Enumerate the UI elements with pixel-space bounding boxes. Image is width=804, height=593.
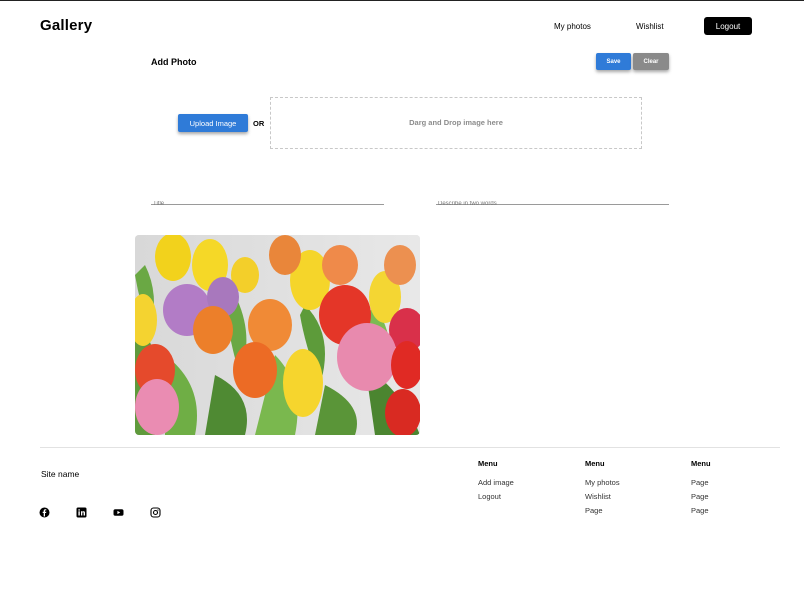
footer-menu-3: Menu Page Page Page [691, 459, 711, 520]
tulips-image [135, 235, 420, 435]
upload-image-button[interactable]: Upload Image [178, 114, 248, 132]
youtube-icon[interactable] [113, 507, 124, 518]
footer-menu-1: Menu Add image Logout [478, 459, 514, 506]
description-input[interactable] [436, 198, 669, 210]
facebook-icon[interactable] [39, 507, 50, 518]
linkedin-icon[interactable] [76, 507, 87, 518]
save-button[interactable]: Save [596, 53, 631, 70]
instagram-icon[interactable] [150, 507, 161, 518]
or-separator: OR [253, 119, 265, 128]
footer-link-add-image[interactable]: Add image [478, 478, 514, 492]
nav-wishlist-link[interactable]: Wishlist [636, 22, 664, 31]
footer-link-page[interactable]: Page [691, 478, 711, 492]
footer-menu-heading: Menu [691, 459, 711, 468]
photo-preview [135, 235, 420, 435]
footer-menu-heading: Menu [585, 459, 605, 468]
footer-menu-heading: Menu [478, 459, 498, 468]
footer-link-logout[interactable]: Logout [478, 492, 514, 506]
footer-link-page[interactable]: Page [691, 506, 711, 520]
drag-drop-zone[interactable]: Darg and Drop image here [270, 97, 642, 149]
nav-my-photos-link[interactable]: My photos [554, 22, 591, 31]
brand-title[interactable]: Gallery [40, 17, 92, 34]
footer-link-page[interactable]: Page [585, 506, 620, 520]
title-input[interactable] [151, 198, 384, 210]
footer-link-wishlist[interactable]: Wishlist [585, 492, 620, 506]
footer-link-page[interactable]: Page [691, 492, 711, 506]
logout-button[interactable]: Logout [704, 17, 752, 35]
footer-link-my-photos[interactable]: My photos [585, 478, 620, 492]
clear-button[interactable]: Clear [633, 53, 669, 70]
dropzone-text: Darg and Drop image here [409, 117, 503, 127]
footer-divider [40, 447, 780, 448]
top-navbar: Gallery My photos Wishlist Logout [0, 1, 804, 51]
add-photo-heading: Add Photo [151, 57, 197, 67]
title-field [151, 192, 384, 210]
description-field [436, 192, 669, 210]
footer-menu-2: Menu My photos Wishlist Page [585, 459, 620, 520]
footer-site-name: Site name [41, 469, 80, 479]
